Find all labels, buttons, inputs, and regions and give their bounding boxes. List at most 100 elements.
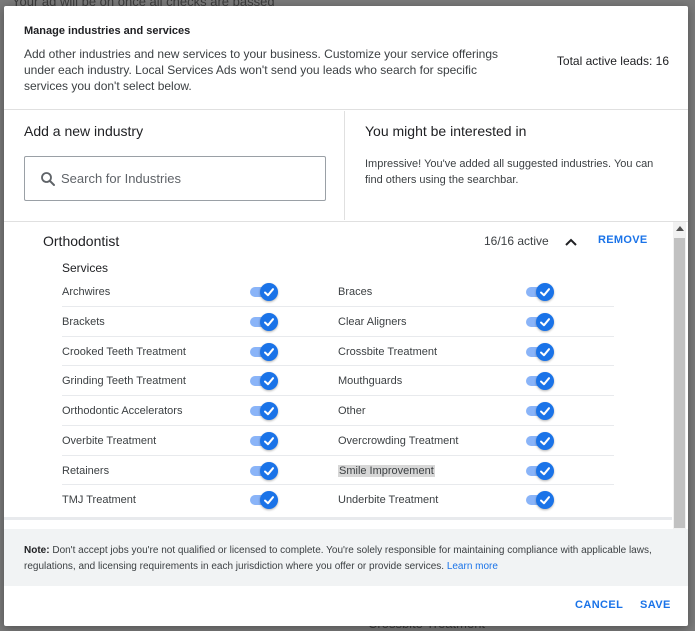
service-label: Archwires [62, 286, 111, 298]
service-row: Overbite Treatment Overcrowding Treatment [62, 426, 614, 456]
service-item: TMJ Treatment [62, 485, 338, 514]
service-toggle[interactable] [250, 341, 280, 361]
service-row: Grinding Teeth Treatment Mouthguards [62, 366, 614, 396]
service-toggle[interactable] [526, 400, 556, 420]
services-label: Services [62, 261, 109, 275]
service-toggle[interactable] [526, 281, 556, 301]
service-toggle[interactable] [250, 460, 280, 480]
dialog-title: Manage industries and services [24, 25, 191, 37]
scrollbar-thumb[interactable] [674, 238, 685, 528]
service-label: Clear Aligners [338, 315, 407, 328]
cancel-button[interactable]: CANCEL [575, 599, 623, 611]
service-label: Mouthguards [338, 375, 403, 388]
add-industry-title: Add a new industry [24, 123, 144, 139]
toggle-knob [260, 372, 278, 391]
industry-header-orthodontist: Orthodontist 16/16 active REMOVE [4, 222, 672, 262]
scroll-up-arrow-icon[interactable] [676, 226, 684, 231]
service-toggle[interactable] [250, 430, 280, 450]
service-toggle[interactable] [526, 370, 556, 391]
service-item: Archwires [62, 277, 338, 306]
suggestions-title: You might be interested in [365, 123, 527, 139]
service-item: Clear Aligners [338, 307, 614, 336]
service-item: Underbite Treatment [338, 485, 614, 514]
service-label: Underbite Treatment [338, 494, 439, 507]
suggestions-text: Impressive! You've added all suggested i… [365, 158, 654, 186]
service-item: Overbite Treatment [62, 426, 338, 455]
search-icon [41, 172, 55, 186]
services-grid: Archwires Braces Brackets Clear Aligners Cro… [62, 277, 614, 515]
toggle-knob [536, 342, 554, 361]
dialog-footer: CANCEL SAVE [4, 586, 688, 626]
toggle-knob [536, 491, 554, 510]
service-label: Other [338, 405, 366, 417]
service-toggle[interactable] [526, 341, 556, 361]
service-row: Orthodontic Accelerators Other [62, 396, 614, 426]
service-row: Crooked Teeth Treatment Crossbite Treatme… [62, 337, 614, 367]
service-item: Braces [338, 277, 614, 306]
save-button[interactable]: SAVE [640, 599, 671, 611]
service-toggle[interactable] [250, 370, 280, 391]
chevron-up-icon[interactable] [563, 234, 579, 250]
toggle-knob [536, 372, 554, 391]
remove-industry-button[interactable]: REMOVE [598, 234, 647, 246]
service-toggle[interactable] [526, 489, 556, 510]
learn-more-link[interactable]: Learn more [447, 561, 498, 572]
list-divider [4, 517, 672, 520]
service-label: Crooked Teeth Treatment [62, 345, 186, 358]
industry-name: Orthodontist [43, 233, 120, 249]
toggle-knob [260, 461, 278, 480]
toggle-knob [536, 402, 554, 420]
service-row: Brackets Clear Aligners [62, 307, 614, 337]
total-active-leads: Total active leads: 16 [556, 54, 669, 68]
scrollbar[interactable] [673, 222, 686, 529]
service-label: Brackets [62, 315, 105, 328]
toggle-knob [536, 461, 554, 480]
service-toggle[interactable] [250, 281, 280, 301]
service-label: Braces [338, 286, 373, 298]
suggestions-panel: You might be interested in Impressive! Y… [346, 111, 688, 220]
dialog-description: Add other industries and new services to… [24, 47, 499, 93]
service-item: Smile Improvement [338, 456, 614, 485]
service-item: Retainers [62, 456, 338, 485]
service-label: Retainers [62, 464, 110, 477]
service-item: Crooked Teeth Treatment [62, 337, 338, 366]
service-label: Smile Improvement [338, 464, 435, 477]
service-label: Orthodontic Accelerators [62, 405, 183, 417]
service-toggle[interactable] [250, 489, 280, 510]
industry-list: Orthodontist 16/16 active REMOVE Service… [4, 221, 688, 529]
service-item: Other [338, 396, 614, 425]
service-item: Mouthguards [338, 366, 614, 395]
service-item: Orthodontic Accelerators [62, 396, 338, 425]
service-toggle[interactable] [526, 311, 556, 331]
service-label: TMJ Treatment [62, 494, 136, 507]
dialog-header: Manage industries and services Add other… [4, 6, 688, 110]
note-prefix: Note: [24, 545, 50, 556]
service-row: Retainers Smile Improvement [62, 456, 614, 486]
service-item: Brackets [62, 307, 338, 336]
toggle-knob [260, 491, 278, 510]
toggle-knob [536, 283, 554, 301]
service-label: Overbite Treatment [62, 434, 157, 447]
toggle-knob [260, 312, 278, 331]
service-item: Crossbite Treatment [338, 337, 614, 366]
industry-search-box[interactable] [24, 156, 326, 201]
toggle-knob [260, 431, 278, 450]
toggle-knob [260, 283, 278, 301]
service-label: Grinding Teeth Treatment [62, 375, 186, 388]
industry-search-input[interactable] [61, 157, 311, 200]
note-body: Don't accept jobs you're not qualified o… [24, 545, 652, 572]
service-item: Overcrowding Treatment [338, 426, 614, 455]
toggle-knob [260, 342, 278, 361]
service-toggle[interactable] [250, 311, 280, 331]
toggle-knob [536, 312, 554, 331]
service-item: Grinding Teeth Treatment [62, 366, 338, 395]
manage-industries-dialog: Manage industries and services Add other… [4, 6, 688, 626]
industry-active-count: 16/16 active [484, 234, 549, 248]
service-label: Overcrowding Treatment [338, 434, 459, 447]
add-industry-panel: Add a new industry [4, 111, 345, 220]
service-toggle[interactable] [526, 430, 556, 450]
service-toggle[interactable] [526, 460, 556, 480]
service-toggle[interactable] [250, 400, 280, 420]
note-text: Note: Don't accept jobs you're not quali… [24, 543, 664, 575]
service-row: TMJ Treatment Underbite Treatment [62, 485, 614, 515]
